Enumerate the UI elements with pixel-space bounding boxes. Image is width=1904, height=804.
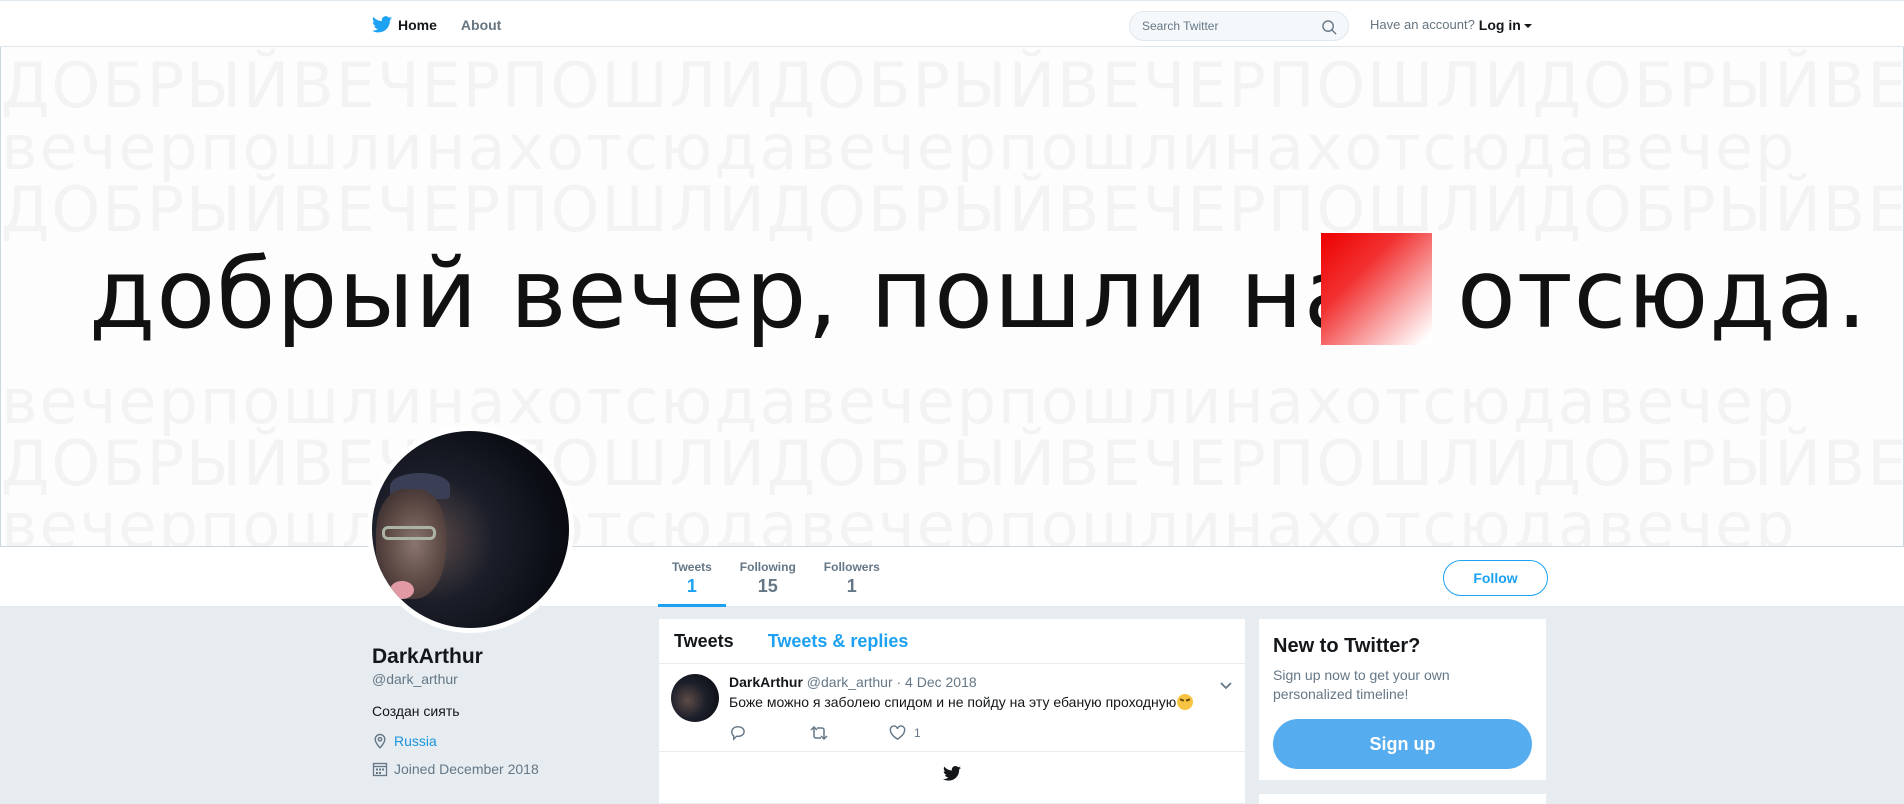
nav-about-label: About <box>460 16 502 33</box>
tweet-menu-button[interactable] <box>1219 678 1233 696</box>
caret-down-icon <box>1523 23 1532 28</box>
location-link[interactable]: Russia <box>394 733 437 749</box>
tab-tweets-replies[interactable]: Tweets & replies <box>768 631 909 652</box>
profile-location: Russia <box>372 733 632 749</box>
stat-label: Tweets <box>672 560 712 574</box>
have-account-text: Have an account? <box>1370 17 1475 32</box>
censor-block <box>1321 233 1432 345</box>
profile-name[interactable]: DarkArthur <box>372 645 632 669</box>
joined-date: Joined December 2018 <box>394 761 539 777</box>
like-count: 1 <box>914 725 921 740</box>
nav-about[interactable]: About <box>461 1 501 48</box>
tab-tweets[interactable]: Tweets <box>674 631 734 652</box>
stat-followers[interactable]: Followers 1 <box>810 547 894 607</box>
tweet-text: Боже можно я заболею спидом и не пойду н… <box>729 694 1194 710</box>
reply-icon <box>731 726 745 741</box>
login-label: Log in <box>1478 16 1521 33</box>
profile-handle[interactable]: @dark_arthur <box>372 671 632 687</box>
profile-joined: Joined December 2018 <box>372 761 632 777</box>
search-box <box>1129 11 1349 41</box>
chevron-down-icon <box>1220 682 1232 690</box>
heart-icon <box>889 724 906 740</box>
stat-label: Followers <box>823 560 880 574</box>
nav-home-label: Home <box>398 16 437 33</box>
nav-links: Home About <box>372 1 525 48</box>
avatar-detail <box>390 581 414 599</box>
tweet-date[interactable]: · 4 Dec 2018 <box>897 674 977 690</box>
tweet-actions: 1 <box>729 724 969 741</box>
search-icon <box>1321 19 1337 35</box>
login-dropdown[interactable]: Log in <box>1479 17 1532 33</box>
timeline: Tweets Tweets & replies DarkArthur @dark… <box>658 618 1246 804</box>
signup-card: New to Twitter? Sign up now to get your … <box>1258 618 1547 781</box>
stat-value: 15 <box>757 576 778 596</box>
follow-button[interactable]: Follow <box>1443 560 1548 596</box>
profile-avatar[interactable] <box>367 426 574 633</box>
retweet-icon <box>810 725 828 740</box>
stat-tweets[interactable]: Tweets 1 <box>658 547 726 607</box>
avatar-photo <box>372 431 569 628</box>
profile-header-banner[interactable]: ДОБРЫЙВЕЧЕРПОШЛИДОБРЫЙВЕЧЕРПОШЛИДОБРЫЙВЕ… <box>0 47 1904 547</box>
search-button[interactable] <box>1320 18 1338 36</box>
location-pin-icon <box>374 733 386 749</box>
banner-text-right: отсюда. <box>1457 238 1868 350</box>
tweet-author-handle[interactable]: @dark_arthur <box>807 674 893 690</box>
account-area: Have an account? Log in <box>1370 1 1532 48</box>
nav-home[interactable]: Home <box>372 1 437 48</box>
tweet-header: DarkArthur @dark_arthur · 4 Dec 2018 <box>729 674 977 690</box>
signup-title: New to Twitter? <box>1273 635 1421 657</box>
tweet-text-content: Боже можно я заболею спидом и не пойду н… <box>729 694 1177 710</box>
top-navigation-bar: Home About Have an account? Log in <box>0 0 1904 47</box>
stat-following[interactable]: Following 15 <box>726 547 810 607</box>
banner-background-texture: вечерпошлинахотсюдавечерпошлинахотсюдаве… <box>1 489 1797 547</box>
reply-button[interactable] <box>729 724 809 741</box>
twitter-bird-icon <box>943 766 961 781</box>
search-input[interactable] <box>1142 19 1317 33</box>
twitter-bird-icon <box>372 16 392 33</box>
persevering-face-emoji-icon <box>1177 694 1194 710</box>
stat-label: Following <box>739 560 796 574</box>
retweet-button[interactable] <box>809 725 889 741</box>
profile-info-card: DarkArthur @dark_arthur Создан сиять Rus… <box>372 645 632 777</box>
signup-button[interactable]: Sign up <box>1273 719 1532 769</box>
tweet-avatar[interactable] <box>671 674 719 722</box>
avatar-detail <box>376 489 446 599</box>
avatar-detail <box>382 526 436 540</box>
profile-nav-bar: Tweets 1 Following 15 Followers 1 Follow <box>0 547 1904 607</box>
profile-stats: Tweets 1 Following 15 Followers 1 <box>658 547 894 607</box>
profile-bio: Создан сиять <box>372 703 460 719</box>
stat-value: 1 <box>686 576 697 596</box>
calendar-icon <box>372 762 388 777</box>
signup-description: Sign up now to get your own personalized… <box>1273 667 1450 702</box>
banner-text-left: добрый вечер, пошли нах <box>89 238 1422 350</box>
timeline-tabs: Tweets Tweets & replies <box>659 619 1245 664</box>
tweet-author-name[interactable]: DarkArthur <box>729 674 803 690</box>
timeline-end-marker <box>659 752 1245 781</box>
sidebar-card <box>1258 793 1547 804</box>
stat-value: 1 <box>846 576 857 596</box>
tweet[interactable]: DarkArthur @dark_arthur · 4 Dec 2018 Бож… <box>659 664 1245 752</box>
banner-background-texture: ДОБРЫЙВЕЧЕРПОШЛИДОБРЫЙВЕЧЕРПОШЛИДОБРЫЙВЕ… <box>1 173 1904 246</box>
like-button[interactable]: 1 <box>889 724 969 741</box>
